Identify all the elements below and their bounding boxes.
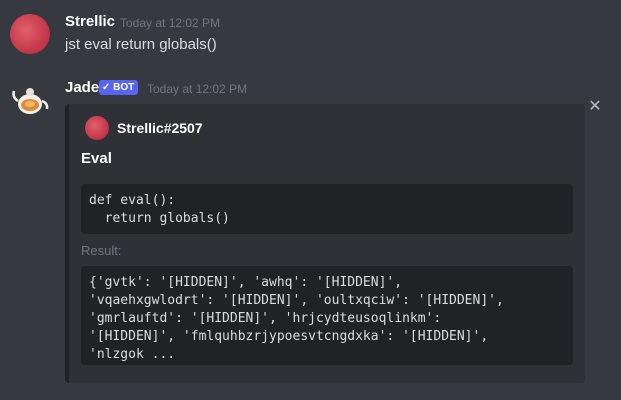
embed-author-avatar bbox=[85, 116, 109, 140]
code-block: def eval(): return globals() bbox=[81, 184, 573, 234]
username[interactable]: Strellic bbox=[65, 13, 115, 30]
embed: Strellic#2507 Eval def eval(): return gl… bbox=[65, 104, 585, 383]
close-icon[interactable]: ✕ bbox=[588, 99, 602, 115]
bot-badge: ✓ BOT bbox=[99, 80, 139, 95]
avatar[interactable] bbox=[10, 14, 50, 54]
message-content: jst eval return globals() bbox=[65, 36, 217, 53]
timestamp: Today at 12:02 PM bbox=[120, 16, 221, 30]
embed-title: Eval bbox=[81, 150, 112, 167]
timestamp: Today at 12:02 PM bbox=[147, 82, 248, 96]
embed-author-name[interactable]: Strellic#2507 bbox=[117, 120, 203, 136]
avatar[interactable] bbox=[10, 79, 50, 119]
result-label: Result: bbox=[81, 243, 122, 258]
result-code-block: {'gvtk': '[HIDDEN]', 'awhq': '[HIDDEN]',… bbox=[81, 266, 573, 365]
teapot-avatar-icon bbox=[12, 87, 49, 114]
username[interactable]: Jade bbox=[65, 79, 99, 96]
